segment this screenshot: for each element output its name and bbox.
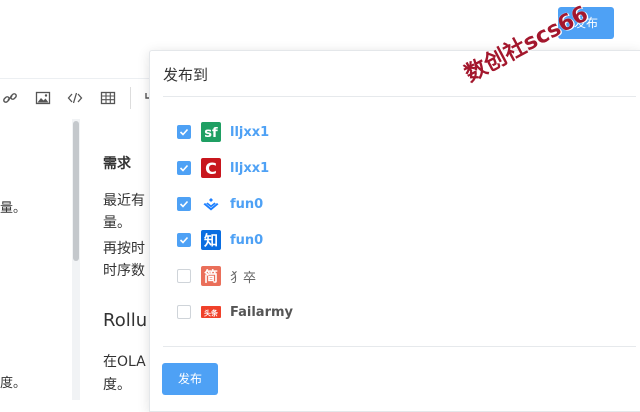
checkbox[interactable] [177,125,191,139]
svg-text:sf: sf [204,126,218,141]
channel-account-name[interactable]: lljxx1 [230,125,269,140]
preview-paragraph: 量。 [103,215,131,231]
svg-text:C: C [205,159,217,178]
preview-paragraph: 再按时 [103,241,145,257]
scrollbar-thumb[interactable] [73,121,79,261]
juejin-logo [201,194,221,214]
channel-row-csdn[interactable]: C lljxx1 [177,156,477,180]
channel-account-name[interactable]: fun0 [230,197,263,212]
channel-account-name[interactable]: Failarmy [230,305,293,320]
divider [163,346,636,347]
image-icon[interactable] [33,88,53,108]
editor-preview-pane: 需求 最近有 量。 再按时 时序数 Rollu 在OLA 度。 [80,119,150,400]
channel-account-name[interactable]: fun0 [230,233,263,248]
checkbox[interactable] [177,305,191,319]
editor-scrollbar[interactable] [72,119,80,400]
svg-text:简: 简 [204,269,218,286]
svg-text:头条: 头条 [204,309,219,318]
popover-publish-button[interactable]: 发布 [162,363,218,395]
preview-paragraph: 在OLA [103,354,146,370]
checkbox[interactable] [177,233,191,247]
divider [163,96,636,97]
popover-title: 发布到 [163,66,209,84]
preview-paragraph: 度。 [103,377,131,393]
code-icon[interactable] [65,88,85,108]
channel-row-juejin[interactable]: fun0 [177,192,477,216]
channel-account-name[interactable]: 犭卒 [230,267,256,286]
svg-text:知: 知 [204,233,218,250]
link-icon[interactable] [0,88,20,108]
publish-popover: 发布到 sf lljxx1 C lljxx1 fun0 知 fun0 简 犭卒 … [149,50,640,412]
csdn-logo: C [201,158,221,178]
source-text-line: 度。 [0,376,27,391]
table-icon[interactable] [98,88,118,108]
channel-row-jianshu[interactable]: 简 犭卒 [177,264,477,288]
preview-heading: 需求 [103,156,131,172]
jianshu-logo: 简 [201,266,221,286]
segmentfault-logo: sf [201,122,221,142]
toolbar-divider [130,87,131,109]
editor-source-pane[interactable]: 量。 度。 [0,119,72,400]
channel-row-zhihu[interactable]: 知 fun0 [177,228,477,252]
preview-paragraph: 最近有 [103,193,145,209]
toutiao-logo: 头条 [201,302,221,322]
checkbox[interactable] [177,197,191,211]
zhihu-logo: 知 [201,230,221,250]
preview-heading: Rollu [103,310,148,331]
channel-account-name[interactable]: lljxx1 [230,161,269,176]
checkbox[interactable] [177,269,191,283]
preview-paragraph: 时序数 [103,263,145,279]
checkbox[interactable] [177,161,191,175]
channel-row-segmentfault[interactable]: sf lljxx1 [177,120,477,144]
channel-row-toutiao[interactable]: 头条 Failarmy [177,300,477,324]
source-text-line: 量。 [0,201,27,216]
